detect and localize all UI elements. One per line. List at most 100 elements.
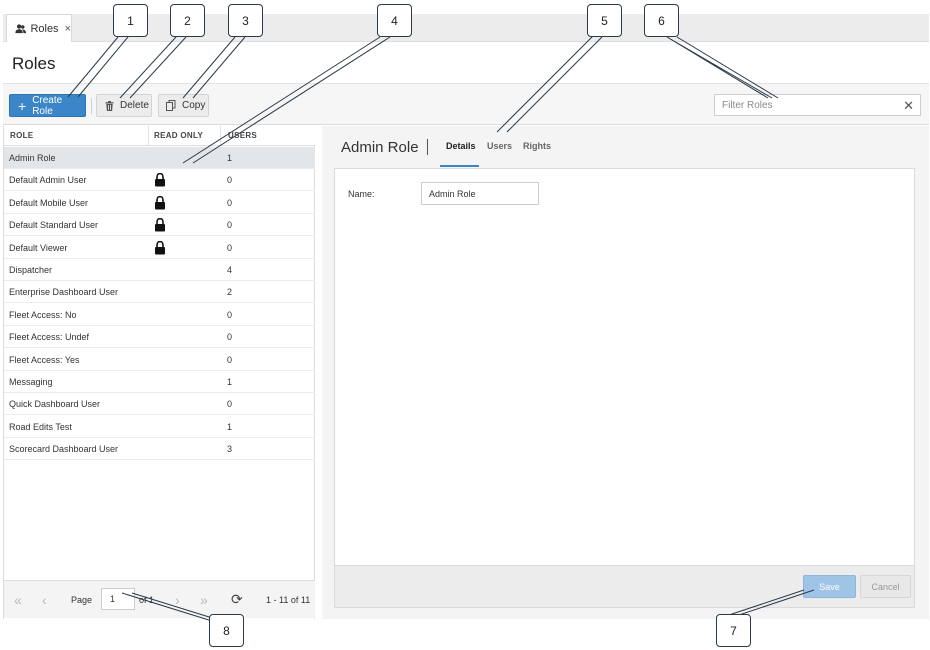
lock-icon (154, 173, 166, 187)
copy-label: Copy (182, 100, 206, 111)
form-footer: Save Cancel (334, 566, 915, 608)
role-name-cell: Default Viewer (9, 242, 68, 253)
last-page-icon[interactable]: » (200, 593, 208, 607)
name-label: Name: (348, 189, 375, 199)
users-count-cell: 0 (227, 399, 233, 410)
close-icon[interactable]: × (65, 23, 71, 35)
prev-page-icon[interactable]: ‹ (42, 593, 47, 607)
users-count-cell: 0 (227, 332, 233, 343)
role-name-cell: Default Standard User (9, 220, 99, 231)
table-row[interactable]: Default Admin User 0 (4, 169, 315, 192)
table-row[interactable]: Fleet Access: Undef 0 (4, 326, 315, 349)
lock-icon (154, 195, 166, 210)
table-row[interactable]: Default Standard User 0 (4, 214, 315, 237)
column-header-users[interactable]: USERS (228, 131, 257, 140)
table-row[interactable]: Fleet Access: Yes 0 (4, 349, 315, 371)
page-label: Page (71, 595, 93, 605)
column-divider (148, 126, 149, 146)
column-header-read-only[interactable]: READ ONLY (154, 131, 203, 140)
lock-icon (154, 240, 166, 255)
table-row[interactable]: Enterprise Dashboard User 2 (4, 281, 315, 304)
users-icon (15, 23, 27, 33)
table-row[interactable]: Road Edits Test 1 (4, 416, 315, 438)
refresh-icon[interactable]: ⟳ (231, 591, 243, 608)
tab-roles[interactable]: Roles × (6, 14, 72, 42)
callout-5: 5 (587, 4, 622, 37)
copy-button[interactable]: Copy (158, 94, 209, 117)
callout-3: 3 (228, 4, 263, 37)
page-count-label: of 1 (139, 595, 155, 605)
roles-grid: ROLE READ ONLY USERS Admin Role 1 Default … (3, 126, 315, 619)
create-role-label: Create Role (32, 94, 63, 117)
tab-label: Roles (30, 22, 59, 35)
delete-button[interactable]: Delete (96, 94, 152, 117)
tab-details[interactable]: Details (446, 141, 476, 151)
role-name-cell: Default Mobile User (9, 197, 89, 208)
tab-rights[interactable]: Rights (523, 141, 551, 151)
trash-icon (105, 100, 114, 111)
cancel-button[interactable]: Cancel (860, 575, 911, 598)
table-row[interactable]: Admin Role 1 (4, 147, 315, 169)
callout-6: 6 (644, 4, 679, 37)
callout-1: 1 (113, 4, 148, 37)
role-name-cell: Fleet Access: No (9, 309, 77, 320)
callout-4: 4 (377, 4, 412, 37)
column-header-role[interactable]: ROLE (10, 131, 33, 140)
table-row[interactable]: Fleet Access: No 0 (4, 304, 315, 326)
save-button[interactable]: Save (803, 575, 856, 598)
title-bar: Roles (3, 42, 929, 84)
callout-8: 8 (209, 614, 244, 647)
table-row[interactable]: Scorecard Dashboard User 3 (4, 438, 315, 461)
lock-icon (154, 217, 166, 232)
plus-icon: + (18, 97, 27, 114)
role-name-cell: Fleet Access: Yes (9, 354, 80, 365)
toolbar: + Create Role Delete Copy ✕ (3, 84, 929, 125)
app-window: Roles × Roles + Create Role Delete Copy … (0, 0, 930, 650)
role-name-cell: Dispatcher (9, 265, 53, 275)
first-page-icon[interactable]: « (14, 593, 22, 607)
create-role-button[interactable]: + Create Role (9, 94, 86, 117)
users-count-cell: 0 (227, 220, 233, 231)
users-count-cell: 0 (227, 197, 233, 208)
users-count-cell: 0 (227, 354, 233, 365)
users-count-cell: 1 (227, 421, 233, 432)
role-name-cell: Enterprise Dashboard User (9, 287, 119, 298)
next-page-icon[interactable]: › (175, 593, 180, 607)
users-count-cell: 1 (227, 153, 233, 163)
users-count-cell: 0 (227, 309, 233, 320)
clear-filter-icon[interactable]: ✕ (903, 98, 914, 114)
role-name-input[interactable] (421, 182, 539, 205)
delete-label: Delete (120, 100, 149, 111)
callout-7: 7 (716, 614, 751, 647)
role-detail-pane: Admin Role Details Users Rights Name: Sa… (322, 126, 929, 619)
grid-header: ROLE READ ONLY USERS (4, 126, 315, 146)
title-divider (427, 139, 428, 155)
filter-roles-input[interactable] (715, 95, 895, 115)
column-divider (220, 126, 221, 146)
role-name-cell: Fleet Access: Undef (9, 332, 90, 343)
users-count-cell: 2 (227, 287, 233, 298)
role-name-cell: Default Admin User (9, 175, 87, 186)
role-name-cell: Scorecard Dashboard User (9, 444, 119, 455)
users-count-cell: 3 (227, 444, 233, 455)
table-row[interactable]: Default Viewer 0 (4, 237, 315, 259)
record-summary: 1 - 11 of 11 (266, 595, 311, 605)
page-title: Roles (12, 54, 56, 73)
role-detail-title: Admin Role (341, 139, 419, 156)
role-name-cell: Messaging (9, 377, 53, 387)
users-count-cell: 0 (227, 242, 233, 253)
users-count-cell: 1 (227, 377, 233, 387)
table-row[interactable]: Messaging 1 (4, 371, 315, 393)
copy-icon (166, 100, 176, 111)
role-name-cell: Admin Role (9, 153, 56, 163)
users-count-cell: 4 (227, 265, 233, 275)
table-row[interactable]: Default Mobile User 0 (4, 192, 315, 214)
table-row[interactable]: Quick Dashboard User 0 (4, 393, 315, 416)
tab-users[interactable]: Users (487, 141, 512, 151)
filter-roles-field: ✕ (714, 94, 921, 116)
pager: « ‹ Page of 1 › » ⟳ 1 - 11 of 11 (4, 580, 315, 618)
details-form: Name: (334, 168, 915, 566)
page-number-input[interactable] (101, 588, 135, 610)
role-name-cell: Road Edits Test (9, 421, 72, 432)
table-row[interactable]: Dispatcher 4 (4, 259, 315, 281)
